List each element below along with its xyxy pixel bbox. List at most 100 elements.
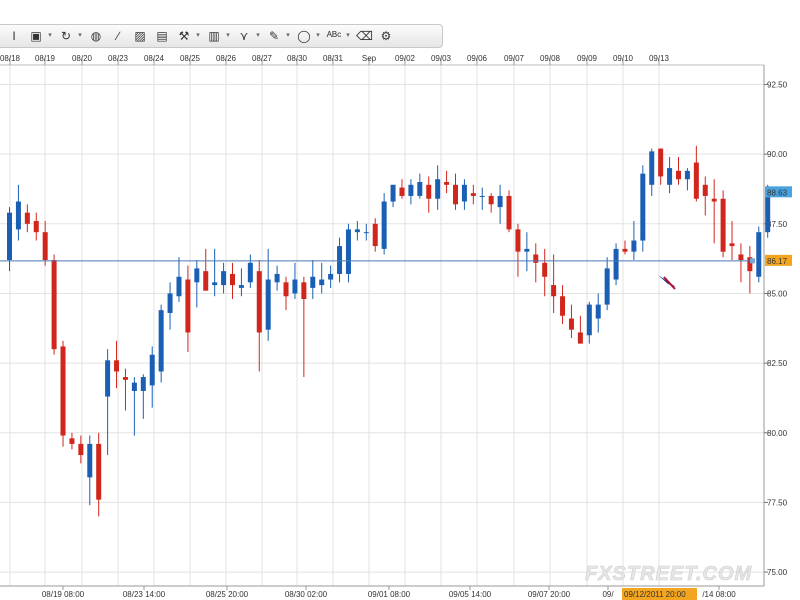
candle-body xyxy=(461,184,467,202)
candle-body xyxy=(604,268,610,305)
bottom-time-label: 08/23 14:00 xyxy=(123,590,166,599)
candle-body xyxy=(167,293,173,313)
candle-body xyxy=(51,260,57,350)
eraser-icon[interactable]: ⌫ xyxy=(356,28,373,44)
candle-body xyxy=(676,170,681,180)
candle-body xyxy=(15,201,21,230)
candle-body xyxy=(265,279,271,330)
top-date-label: 09/08 xyxy=(540,54,561,63)
dropdown-arrow-icon[interactable]: ▾ xyxy=(284,28,292,44)
top-date-label: 09/09 xyxy=(577,54,598,63)
candle-body xyxy=(542,262,548,277)
candle-body xyxy=(667,168,673,185)
candle xyxy=(158,304,164,383)
fibonacci-icon[interactable]: ⚒ xyxy=(176,28,192,44)
dropdown-arrow-icon[interactable]: ▾ xyxy=(314,28,322,44)
settings-icon[interactable]: ⚙ xyxy=(378,28,394,44)
candle-body xyxy=(551,285,557,297)
candle-body xyxy=(319,279,325,286)
candle-body xyxy=(577,332,583,344)
top-date-label: 08/18 xyxy=(0,54,21,63)
candle-body xyxy=(497,195,503,208)
candle-body xyxy=(711,198,717,202)
candle-body xyxy=(238,285,244,288)
candle-body xyxy=(105,360,111,397)
candle-body xyxy=(24,212,30,224)
y-tick-label: 82.50 xyxy=(767,359,788,368)
candle-body xyxy=(622,248,628,252)
candle-body xyxy=(69,438,75,444)
top-date-label: 08/31 xyxy=(323,54,344,63)
cursor-tool-icon[interactable]: Ι xyxy=(6,28,22,44)
candle-body xyxy=(524,248,530,252)
y-tick-label: 92.50 xyxy=(767,81,788,90)
globe-icon[interactable]: ◍ xyxy=(88,28,104,44)
refresh-icon[interactable]: ↻ xyxy=(58,28,74,44)
bottom-time-label: /14 08:00 xyxy=(702,590,736,599)
drawing-toolbar: Ι ▣ ▾ ↻ ▾ ◍ ∕ ▨ ▤ ⚒ ▾ ▥ ▾ ⋎ ▾ ✎ ▾ ◯ ▾ ᴬᴮᶜ ▾ ⌫ ⚙ xyxy=(0,24,443,48)
svg-text:86.17: 86.17 xyxy=(767,257,788,266)
bottom-time-label: 08/19 08:00 xyxy=(42,590,85,599)
candle-body xyxy=(176,276,182,297)
candle-body xyxy=(345,229,351,274)
svg-text:88.63: 88.63 xyxy=(767,188,788,197)
top-date-label: 08/23 xyxy=(108,54,129,63)
top-date-label: 09/03 xyxy=(431,54,452,63)
candle-body xyxy=(185,279,191,333)
candle-body xyxy=(96,443,102,500)
candle-body xyxy=(131,382,137,391)
dropdown-arrow-icon[interactable]: ▾ xyxy=(194,28,202,44)
candle-body xyxy=(515,229,521,252)
chart-properties-icon[interactable]: ▣ xyxy=(28,28,44,44)
candle-body xyxy=(158,310,164,372)
picture-icon[interactable]: ▨ xyxy=(132,28,148,44)
dropdown-arrow-icon[interactable]: ▾ xyxy=(254,28,262,44)
y-tick-label: 90.00 xyxy=(767,150,788,159)
candle-body xyxy=(337,246,343,274)
candle-body xyxy=(453,184,458,205)
candle-body xyxy=(390,184,396,202)
candle-body xyxy=(310,276,316,288)
bottom-time-label: 09/05 14:00 xyxy=(449,590,492,599)
candle-body xyxy=(60,346,66,436)
candle-body xyxy=(194,268,200,283)
candle-body xyxy=(274,273,280,283)
line-drag-handle[interactable] xyxy=(750,258,755,264)
price-chart[interactable]: 08/18 08/19 08/20 08/23 08/24 08/25 08/26 08/27… xyxy=(0,0,800,600)
top-date-label: 09/10 xyxy=(613,54,634,63)
dropdown-arrow-icon[interactable]: ▾ xyxy=(344,28,352,44)
candle-body xyxy=(328,273,334,280)
candle-body xyxy=(586,304,592,336)
candle-body xyxy=(283,282,289,297)
candle xyxy=(345,223,351,283)
y-tick-label: 77.50 xyxy=(767,498,788,507)
pencil-icon[interactable]: ✎ xyxy=(266,28,282,44)
candle xyxy=(613,243,619,286)
dropdown-arrow-icon[interactable]: ▾ xyxy=(76,28,84,44)
candle-body xyxy=(42,232,48,261)
channel-icon[interactable]: ▥ xyxy=(206,28,222,44)
candle-body xyxy=(203,271,209,291)
candle xyxy=(51,254,57,355)
text-tool-icon[interactable]: ᴬᴮᶜ xyxy=(326,28,342,44)
top-date-label: 08/24 xyxy=(144,54,165,63)
current-price-label: 86.17 xyxy=(765,254,792,266)
candle-body xyxy=(649,151,655,185)
ruler-icon[interactable]: ∕ xyxy=(110,28,126,44)
candle-body xyxy=(122,377,128,380)
svg-text:09/12/2011 20:00: 09/12/2011 20:00 xyxy=(624,590,686,599)
ellipse-icon[interactable]: ◯ xyxy=(296,28,312,44)
gann-icon[interactable]: ⋎ xyxy=(236,28,252,44)
candle-body xyxy=(408,184,414,196)
candle-body xyxy=(765,193,771,233)
candle-body xyxy=(738,254,744,261)
dropdown-arrow-icon[interactable]: ▾ xyxy=(46,28,54,44)
candle-body xyxy=(33,221,39,233)
chart-type-icon[interactable]: ▤ xyxy=(154,28,170,44)
dropdown-arrow-icon[interactable]: ▾ xyxy=(224,28,232,44)
candle-body xyxy=(301,282,307,300)
top-date-label: 08/19 xyxy=(35,54,56,63)
candle-body xyxy=(640,173,646,241)
top-date-label: 08/30 xyxy=(287,54,308,63)
candle-body xyxy=(720,198,726,252)
